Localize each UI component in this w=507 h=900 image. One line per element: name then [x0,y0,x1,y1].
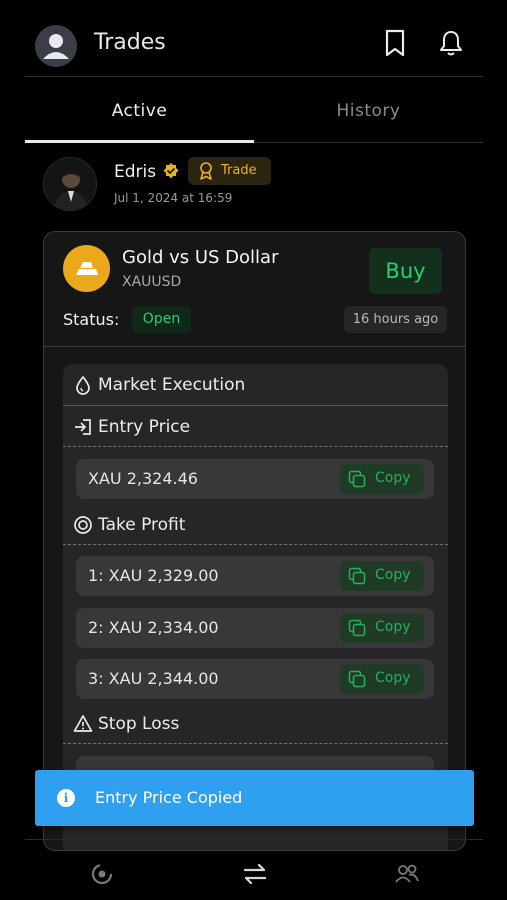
toast-notification[interactable]: i Entry Price Copied [35,770,474,826]
drop-icon [73,375,93,395]
trade-tabs: Active History [25,78,483,144]
signals-icon[interactable] [88,860,116,888]
toast-message: Entry Price Copied [95,788,243,807]
take-profit-value: 2: XAU 2,334.00 [88,618,219,637]
trade-card: Gold vs US Dollar XAUUSD Buy Status: Ope… [43,231,466,851]
copy-tp1-button[interactable]: Copy [340,561,424,591]
status-label: Status: [63,310,120,329]
stop-loss-label: Stop Loss [98,714,180,734]
swap-arrows-icon[interactable] [241,860,269,888]
entry-price-row: XAU 2,324.46 Copy [76,459,434,499]
take-profit-value: 3: XAU 2,344.00 [88,669,219,688]
tab-active[interactable]: Active [25,78,254,144]
copy-label: Copy [375,470,411,486]
community-icon[interactable] [393,860,421,888]
take-profit-row: 2: XAU 2,334.00 Copy [76,608,434,648]
entry-price-value: XAU 2,324.46 [88,469,198,488]
time-ago-badge: 16 hours ago [344,306,447,333]
author-name[interactable]: Edris [114,162,156,182]
bookmark-icon[interactable] [382,28,408,58]
copy-icon [348,670,366,688]
award-icon [196,161,216,185]
copy-icon [348,567,366,585]
trade-badge-label: Trade [221,163,257,178]
take-profit-label: Take Profit [98,515,186,535]
copy-label: Copy [375,619,411,635]
take-profit-row: 1: XAU 2,329.00 Copy [76,556,434,596]
entry-price-header: Entry Price [63,408,448,446]
copy-icon [348,470,366,488]
card-divider [44,346,465,347]
copy-tp3-button[interactable]: Copy [340,664,424,694]
copy-entry-button[interactable]: Copy [340,464,424,494]
user-avatar-icon[interactable] [35,25,77,67]
page-title: Trades [94,30,166,55]
status-badge: Open [132,306,191,333]
bottom-nav-divider [25,839,483,840]
dashed-divider [63,446,448,447]
post-date: Jul 1, 2024 at 16:59 [114,191,233,205]
copy-label: Copy [375,567,411,583]
take-profit-header: Take Profit [63,506,448,544]
app-header: Trades [0,0,507,78]
entry-price-label: Entry Price [98,417,191,437]
take-profit-row: 3: XAU 2,344.00 Copy [76,659,434,699]
author-avatar[interactable] [43,157,97,211]
copy-icon [348,619,366,637]
active-tab-indicator [25,140,254,143]
dashed-divider [63,544,448,545]
verified-badge-icon [162,162,180,180]
take-profit-value: 1: XAU 2,329.00 [88,566,219,585]
trade-badge: Trade [188,157,271,185]
tab-history[interactable]: History [254,78,483,144]
copy-label: Copy [375,670,411,686]
target-icon [73,515,93,535]
header-divider [25,76,483,77]
buy-button[interactable]: Buy [369,248,442,294]
section-divider [63,405,448,406]
sign-in-icon [73,417,93,437]
instrument-name: Gold vs US Dollar [122,247,279,268]
market-execution-label: Market Execution [98,375,246,395]
info-icon: i [57,789,75,807]
bell-icon[interactable] [438,28,464,58]
warning-icon [73,714,93,734]
market-execution-header: Market Execution [63,366,448,404]
instrument-symbol: XAUUSD [122,274,182,290]
copy-tp2-button[interactable]: Copy [340,613,424,643]
stop-loss-header: Stop Loss [63,705,448,743]
dashed-divider [63,743,448,744]
gold-bars-icon [63,245,110,292]
